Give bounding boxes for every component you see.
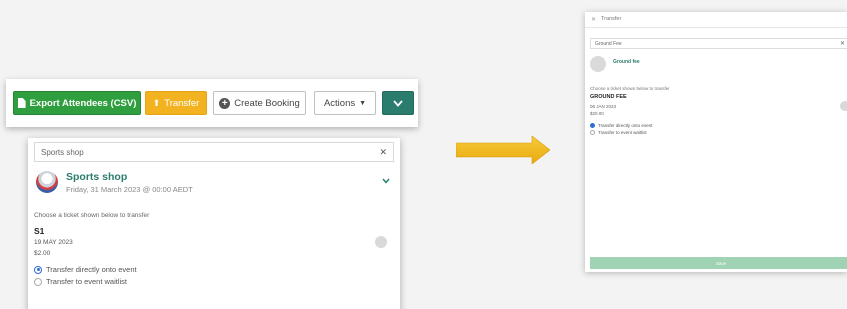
caret-down-icon: ▼ bbox=[359, 99, 367, 107]
actions-dropdown[interactable]: Actions ▼ bbox=[314, 91, 376, 115]
radio-selected-icon bbox=[590, 123, 595, 128]
event-search-value: Sports shop bbox=[41, 148, 84, 157]
radio-unselected-icon bbox=[590, 130, 595, 135]
admin-toolbar: Export Attendees (CSV) ⬆ Transfer + Crea… bbox=[6, 79, 418, 127]
radio-unselected-icon bbox=[34, 277, 42, 286]
create-booking-label: Create Booking bbox=[234, 97, 300, 109]
radio-transfer-waitlist[interactable]: Transfer to event waitlist bbox=[34, 277, 127, 286]
radio-label: Transfer directly onto event bbox=[46, 265, 137, 274]
ticket-hint: Choose a ticket shown below to transfer bbox=[590, 86, 670, 91]
event-row[interactable]: Sports shop Friday, 31 March 2023 @ 00:0… bbox=[36, 171, 394, 199]
ticket-price: $20.00 bbox=[590, 111, 604, 116]
arrow-right-icon bbox=[456, 136, 550, 164]
ticket-hint: Choose a ticket shown below to transfer bbox=[34, 212, 150, 219]
event-thumbnail bbox=[36, 171, 58, 193]
ticket-name: S1 bbox=[34, 226, 45, 236]
event-search-value: Ground Fee bbox=[595, 41, 622, 47]
ticket-date: 19 MAY 2023 bbox=[34, 239, 73, 246]
transfer-label: Transfer bbox=[164, 97, 200, 109]
radio-label: Transfer to event waitlist bbox=[46, 277, 128, 286]
radio-selected-icon bbox=[34, 265, 42, 274]
radio-label: Transfer directly onto event bbox=[598, 123, 653, 128]
transfer-panel-before: Sports shop ✕ Sports shop Friday, 31 Mar… bbox=[28, 138, 400, 309]
radio-transfer-onto-event[interactable]: Transfer directly onto event bbox=[34, 265, 137, 274]
radio-label: Transfer to event waitlist bbox=[598, 130, 647, 135]
toolbar-expand-button[interactable] bbox=[382, 91, 414, 115]
radio-transfer-waitlist[interactable]: Transfer to event waitlist bbox=[590, 130, 647, 135]
export-attendees-label: Export Attendees (CSV) bbox=[29, 97, 137, 109]
transfer-button[interactable]: ⬆ Transfer bbox=[145, 91, 207, 115]
create-booking-button[interactable]: + Create Booking bbox=[213, 91, 306, 115]
plus-circle-icon: + bbox=[219, 97, 231, 109]
ticket-name: GROUND FEE bbox=[590, 94, 627, 100]
chevron-down-icon bbox=[393, 99, 403, 107]
event-thumbnail bbox=[590, 56, 606, 72]
close-icon[interactable]: ✕ bbox=[840, 40, 845, 47]
actions-label: Actions bbox=[323, 97, 356, 109]
save-button[interactable]: Save bbox=[590, 257, 847, 269]
save-label: Save bbox=[715, 260, 727, 266]
document-icon bbox=[17, 98, 26, 108]
event-search-input[interactable]: Ground Fee ✕ bbox=[590, 38, 847, 49]
ticket-select-toggle[interactable] bbox=[840, 101, 847, 111]
chevron-down-icon[interactable] bbox=[382, 177, 390, 186]
upload-icon: ⬆ bbox=[152, 97, 161, 108]
event-date: Friday, 31 March 2023 @ 00:00 AEDT bbox=[66, 185, 193, 194]
radio-transfer-onto-event[interactable]: Transfer directly onto event bbox=[590, 123, 652, 128]
dialog-header: ✕ Transfer bbox=[585, 12, 847, 28]
export-attendees-button[interactable]: Export Attendees (CSV) bbox=[13, 91, 141, 115]
close-icon[interactable]: ✕ bbox=[379, 147, 387, 158]
ticket-select-toggle[interactable] bbox=[375, 236, 387, 248]
event-title[interactable]: Ground fee bbox=[613, 59, 640, 65]
event-search-input[interactable]: Sports shop ✕ bbox=[34, 142, 394, 162]
dialog-title: Transfer bbox=[601, 16, 622, 22]
transfer-dialog-after: ✕ Transfer Ground Fee ✕ Ground fee Choos… bbox=[585, 12, 847, 272]
close-icon[interactable]: ✕ bbox=[591, 16, 596, 23]
ticket-price: $2.00 bbox=[34, 250, 51, 257]
event-title: Sports shop bbox=[66, 171, 128, 183]
ticket-date: 06 JAN 2023 bbox=[590, 104, 617, 109]
